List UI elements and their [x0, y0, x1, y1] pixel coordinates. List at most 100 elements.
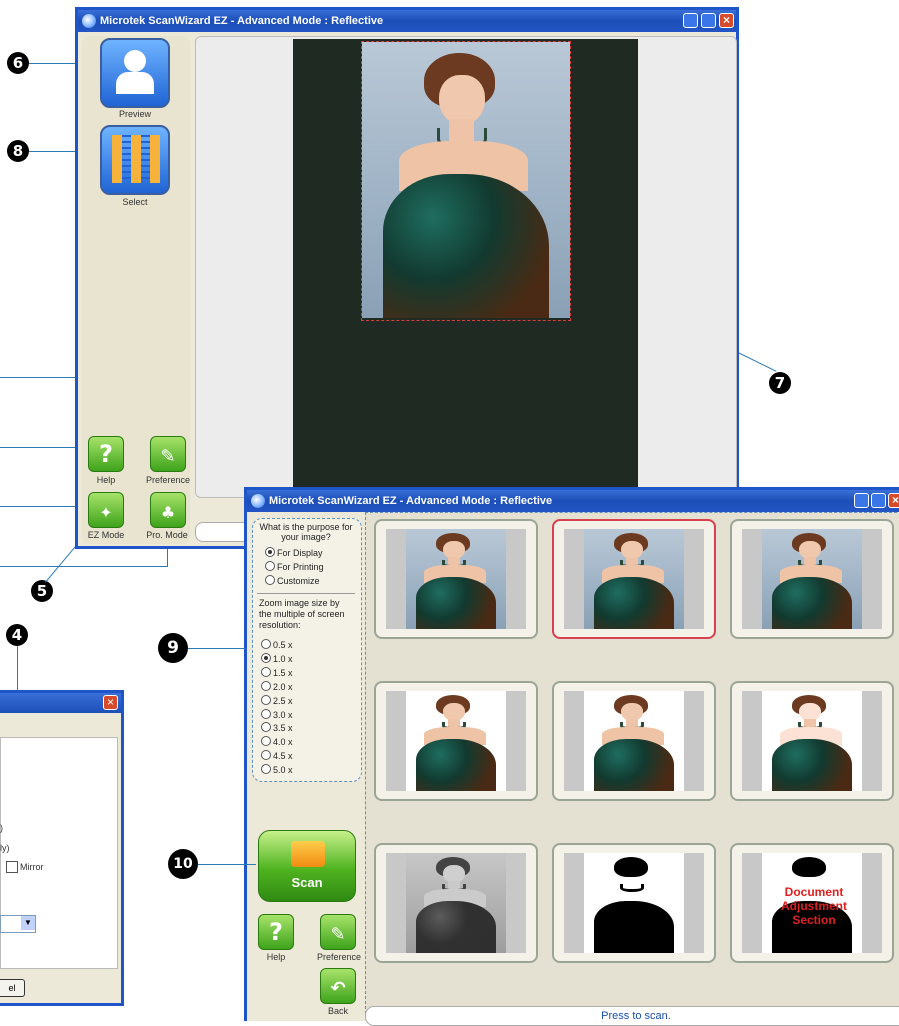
dialog-fragment: × ) ly) Mirror ▼ el [0, 690, 124, 1006]
zoom-option[interactable]: 1.5 x [261, 666, 293, 680]
help-label: Help [266, 952, 286, 962]
radio[interactable] [265, 561, 275, 571]
radio[interactable] [265, 575, 275, 585]
callout-4: 4 [6, 624, 28, 646]
radio-selected[interactable] [261, 652, 271, 663]
purpose-heading: What is the purpose for your image? [259, 522, 353, 542]
scanner-icon [291, 841, 325, 867]
dialog-dropdown[interactable]: ▼ [0, 915, 36, 933]
thumbnail-6[interactable] [730, 681, 894, 801]
radio[interactable] [261, 736, 271, 747]
mirror-checkbox[interactable] [6, 861, 18, 873]
radio[interactable] [261, 694, 271, 705]
zoom-option[interactable]: 3.0 x [261, 708, 293, 722]
select-label: Select [122, 197, 148, 207]
callout-5: 5 [31, 580, 53, 602]
leader-line-help [0, 447, 84, 448]
purpose-options: For Display For Printing Customize [265, 546, 324, 588]
main-window: Microtek ScanWizard EZ - Advanced Mode :… [75, 7, 739, 549]
zoom-option[interactable]: 4.5 x [261, 749, 293, 763]
zoom-option[interactable]: 2.5 x [261, 694, 293, 708]
grid-people-icon [112, 135, 160, 183]
maximize-button[interactable] [701, 13, 716, 28]
scan-button[interactable]: Scan [258, 830, 356, 902]
callout-8: 8 [7, 140, 29, 162]
purpose-option-customize[interactable]: Customize [265, 574, 324, 588]
back-arrow-icon: ↶ [330, 978, 346, 999]
radio[interactable] [261, 666, 271, 677]
help-button[interactable]: ? [258, 914, 294, 950]
leader-line-ez [0, 506, 84, 507]
callout-6: 6 [7, 52, 29, 74]
purpose-option-display[interactable]: For Display [265, 546, 324, 560]
dialog-line-2: ly) [0, 843, 10, 853]
zoom-option[interactable]: 2.0 x [261, 680, 293, 694]
radio[interactable] [261, 750, 271, 761]
radio[interactable] [261, 722, 271, 733]
zoom-option[interactable]: 3.5 x [261, 721, 293, 735]
zoom-option[interactable]: 1.0 x [261, 652, 293, 666]
leader-line-pro [0, 566, 167, 567]
thumbnail-8-lineart[interactable] [552, 843, 716, 963]
leader-line-9 [188, 648, 246, 649]
thumbnail-4[interactable] [374, 681, 538, 801]
back-label: Back [327, 1006, 348, 1016]
tree-icon: ♣ [160, 503, 176, 522]
chevron-down-icon: ▼ [21, 916, 35, 930]
radio[interactable] [261, 639, 271, 649]
radio[interactable] [261, 764, 271, 775]
preference-label: Preference [145, 475, 191, 485]
minimize-button[interactable] [683, 13, 698, 28]
preference-button[interactable]: ✎ [150, 436, 186, 472]
select-window: Microtek ScanWizard EZ - Advanced Mode :… [244, 487, 899, 1026]
preview-button[interactable] [100, 38, 170, 108]
radio[interactable] [261, 708, 271, 719]
wrench-icon: ✎ [160, 446, 176, 467]
person-icon [124, 50, 146, 72]
app-icon [82, 14, 96, 28]
radio-selected[interactable] [265, 547, 275, 557]
cancel-label: el [8, 983, 16, 993]
scan-label: Scan [291, 875, 323, 890]
thumbnail-7-grayscale[interactable] [374, 843, 538, 963]
close-button[interactable]: × [888, 493, 899, 508]
cancel-button[interactable]: el [0, 979, 25, 997]
scan-selection-frame[interactable] [361, 41, 571, 321]
zoom-options: 0.5 x 1.0 x 1.5 x 2.0 x 2.5 x 3.0 x 3.5 … [261, 638, 293, 777]
select-window-titlebar[interactable]: Microtek ScanWizard EZ - Advanced Mode :… [247, 490, 899, 512]
app-icon [251, 494, 265, 508]
dialog-close-button[interactable]: × [103, 695, 118, 710]
help-button[interactable]: ? [88, 436, 124, 472]
thumbnail-grid: Document Adjustment Section [365, 512, 899, 1014]
pro-mode-label: Pro. Mode [146, 530, 188, 540]
main-window-titlebar[interactable]: Microtek ScanWizard EZ - Advanced Mode :… [78, 10, 736, 32]
back-button[interactable]: ↶ [320, 968, 356, 1004]
leader-line-10 [198, 864, 256, 865]
zoom-option[interactable]: 0.5 x [261, 638, 293, 652]
select-button[interactable] [100, 125, 170, 195]
thumbnail-1[interactable] [374, 519, 538, 639]
thumbnail-5[interactable] [552, 681, 716, 801]
status-text: Press to scan. [601, 1010, 671, 1022]
zoom-option[interactable]: 5.0 x [261, 763, 293, 777]
person-body-icon [116, 72, 154, 94]
leader-line-4 [17, 646, 18, 692]
mirror-label: Mirror [20, 862, 44, 872]
thumbnail-2-selected[interactable] [552, 519, 716, 639]
purpose-option-printing[interactable]: For Printing [265, 560, 324, 574]
options-divider [257, 593, 355, 594]
radio[interactable] [261, 680, 271, 691]
zoom-option[interactable]: 4.0 x [261, 735, 293, 749]
dialog-line-1: ) [0, 823, 3, 833]
callout-9: 9 [158, 633, 188, 663]
thumbnail-3[interactable] [730, 519, 894, 639]
wrench-icon: ✎ [330, 924, 346, 945]
close-button[interactable]: × [719, 13, 734, 28]
ez-mode-button[interactable]: ✦ [88, 492, 124, 528]
thumbnail-9-document[interactable]: Document Adjustment Section [730, 843, 894, 963]
document-overlay-text: Document Adjustment Section [781, 885, 847, 927]
preference-button[interactable]: ✎ [320, 914, 356, 950]
maximize-button[interactable] [871, 493, 886, 508]
minimize-button[interactable] [854, 493, 869, 508]
pro-mode-button[interactable]: ♣ [150, 492, 186, 528]
